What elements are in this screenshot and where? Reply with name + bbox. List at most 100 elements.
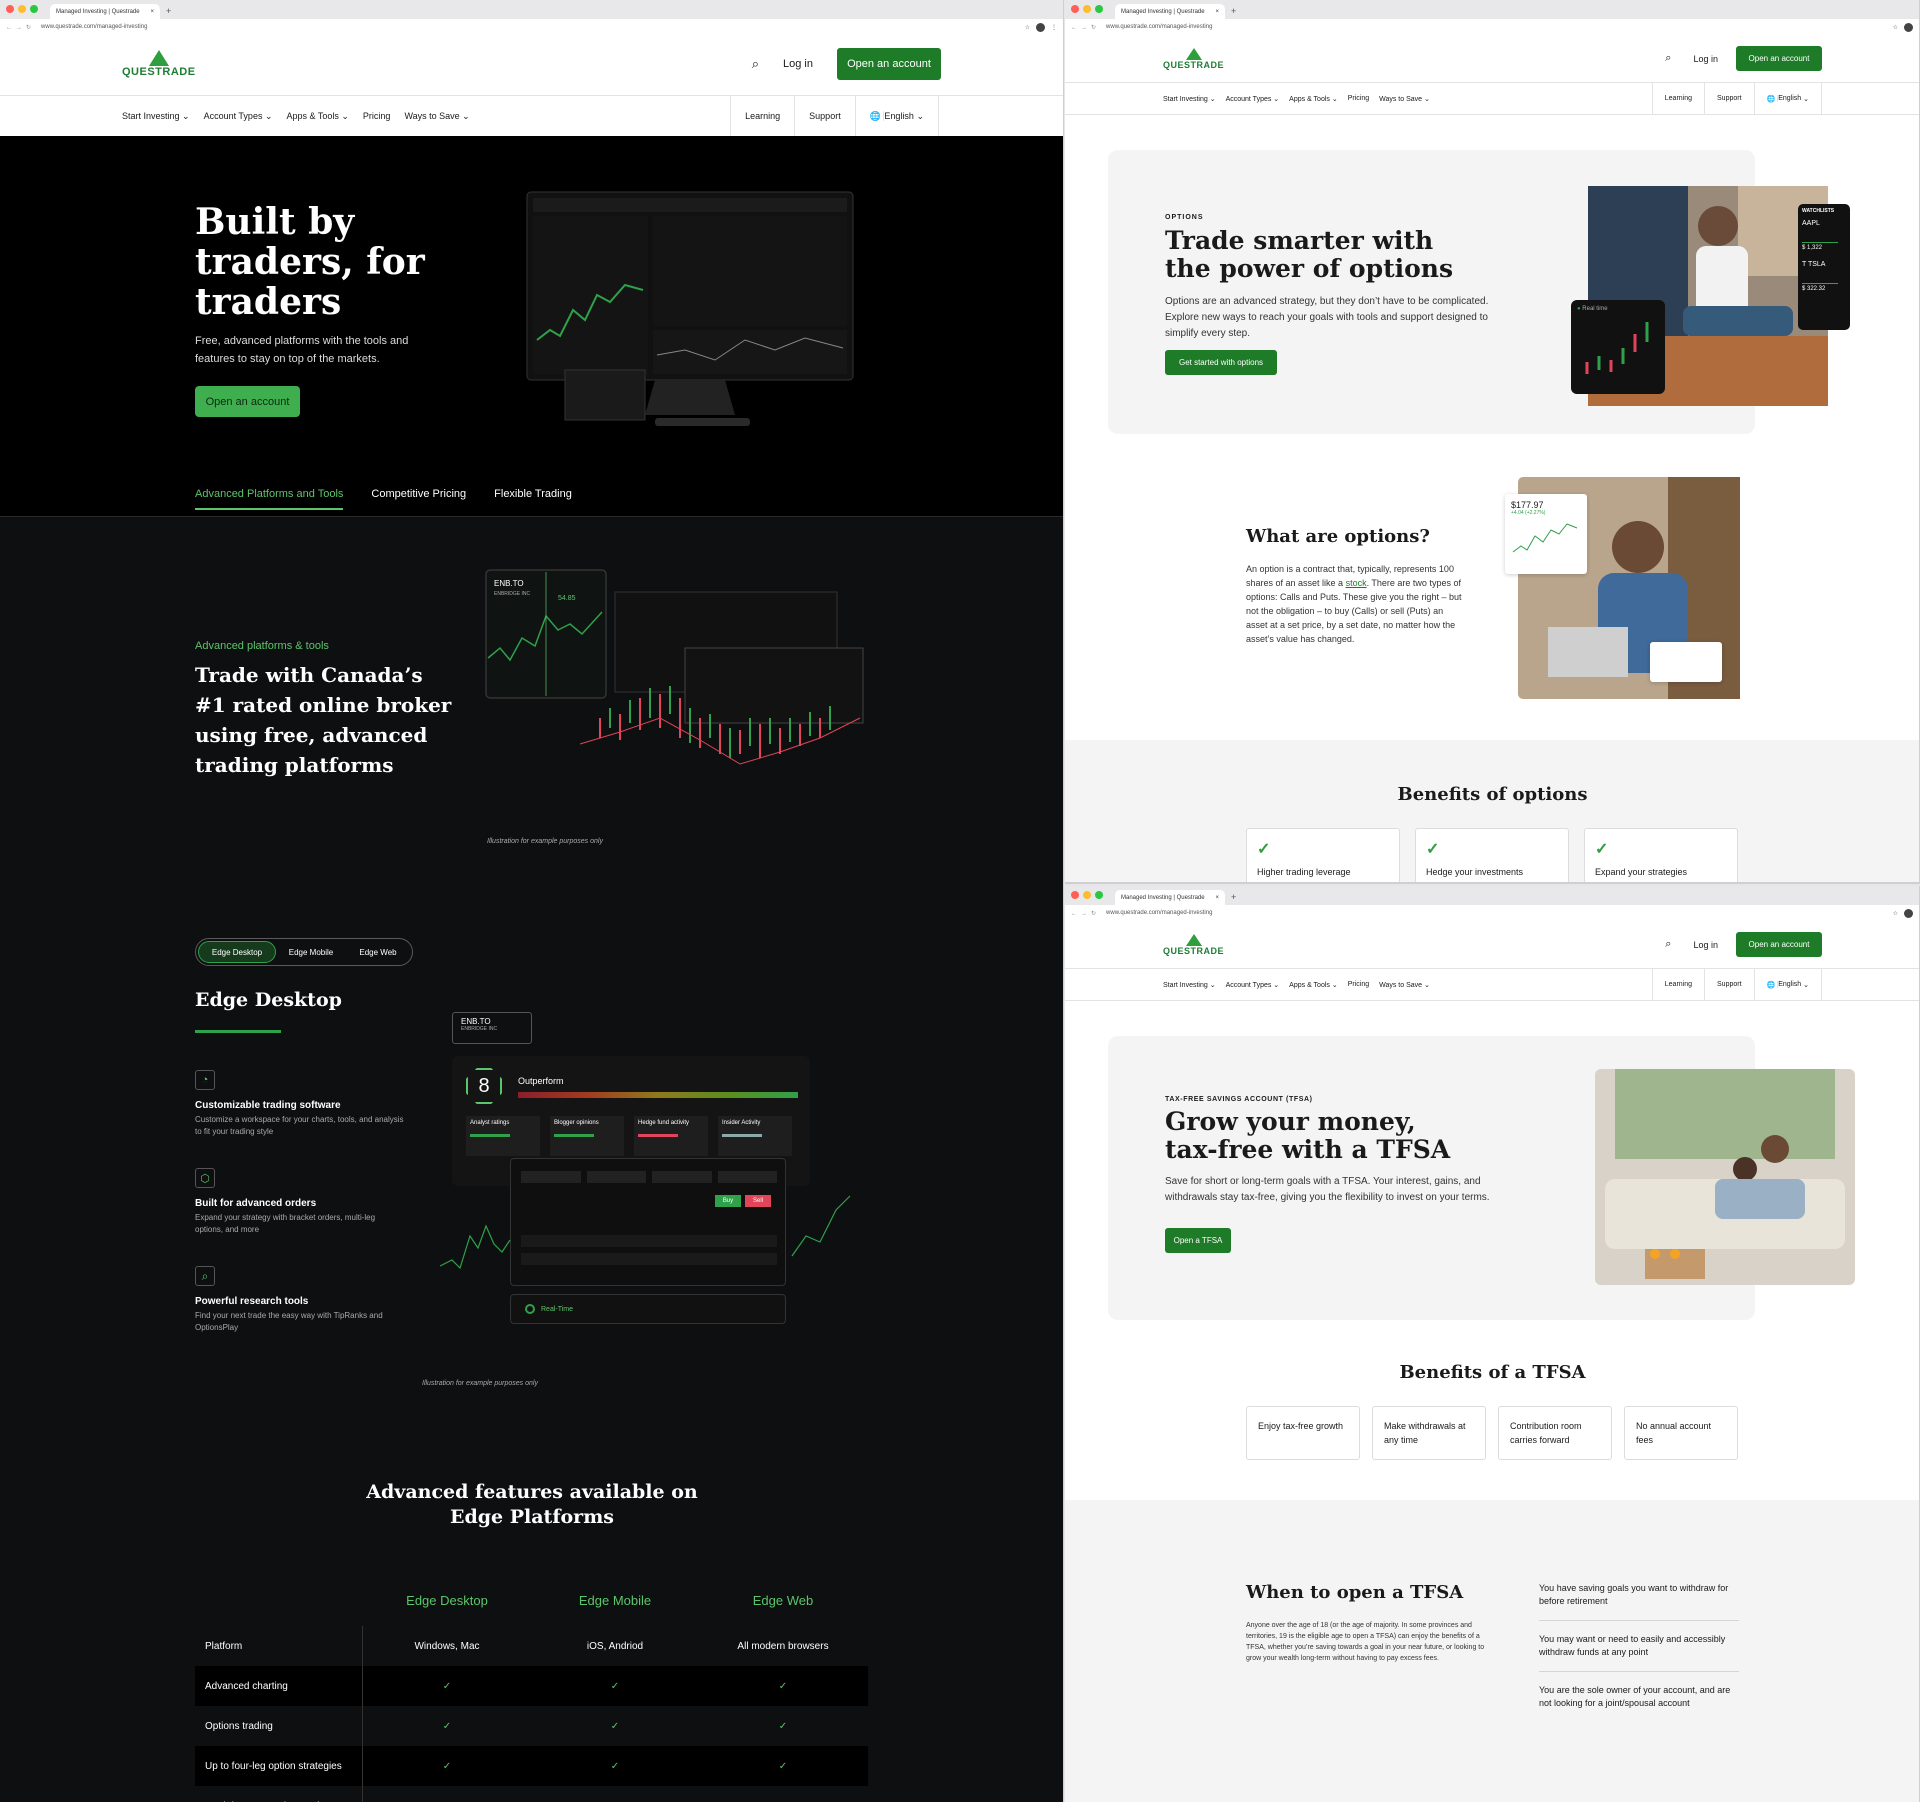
edge-title-underline bbox=[195, 1030, 281, 1033]
logo-mark-icon bbox=[1185, 47, 1202, 60]
browser-tab[interactable]: Managed Investing | Questrade × bbox=[1115, 4, 1225, 19]
nav-arrows-icon[interactable]: ←→↻ bbox=[6, 24, 35, 31]
star-icon[interactable]: ☆ bbox=[1893, 24, 1898, 31]
search-icon[interactable]: ⌕ bbox=[1665, 52, 1671, 65]
profile-icon[interactable] bbox=[1904, 908, 1913, 918]
hero-tabs: Advanced Platforms and Tools Competitive… bbox=[195, 488, 572, 510]
toggle-edge-mobile[interactable]: Edge Mobile bbox=[276, 948, 346, 957]
stock-link[interactable]: stock bbox=[1346, 578, 1367, 588]
nav-ways-to-save[interactable]: Ways to Save ⌄ bbox=[1379, 95, 1430, 103]
nav-support[interactable]: Support bbox=[794, 96, 855, 136]
open-account-button[interactable]: Open an account bbox=[1736, 932, 1822, 957]
browser-tab[interactable]: Managed Investing | Questrade × bbox=[50, 4, 160, 19]
questrade-logo[interactable]: QUESTRADE bbox=[122, 50, 196, 78]
url-text[interactable]: www.questrade.com/managed-investing bbox=[1106, 24, 1887, 30]
nav-account-types[interactable]: Account Types ⌄ bbox=[204, 111, 273, 122]
logo-text: QUESTRADE bbox=[1163, 945, 1225, 956]
nav-learning[interactable]: Learning bbox=[1651, 969, 1704, 1000]
nav-learning[interactable]: Learning bbox=[1651, 83, 1704, 114]
nav-pricing[interactable]: Pricing bbox=[1348, 981, 1369, 989]
nav-start-investing[interactable]: Start Investing ⌄ bbox=[122, 111, 190, 122]
mock-price: 54.85 bbox=[558, 595, 576, 602]
get-started-options-button[interactable]: Get started with options bbox=[1165, 350, 1277, 375]
address-bar[interactable]: ←→↻ www.questrade.com/managed-investing … bbox=[1065, 905, 1919, 921]
login-link[interactable]: Log in bbox=[783, 58, 813, 70]
maximize-window-icon[interactable] bbox=[1095, 891, 1103, 899]
nav-pricing[interactable]: Pricing bbox=[1348, 95, 1369, 103]
login-link[interactable]: Log in bbox=[1693, 54, 1718, 64]
tab-competitive-pricing[interactable]: Competitive Pricing bbox=[371, 488, 466, 510]
feature-title: Built for advanced orders bbox=[195, 1198, 317, 1209]
nav-ways-to-save[interactable]: Ways to Save ⌄ bbox=[404, 111, 469, 122]
nav-start-investing[interactable]: Start Investing ⌄ bbox=[1163, 95, 1216, 103]
search-icon[interactable]: ⌕ bbox=[1665, 938, 1671, 951]
nav-pricing[interactable]: Pricing bbox=[363, 111, 391, 122]
tfsa-benefits-title: Benefits of a TFSA bbox=[1399, 1362, 1586, 1383]
nav-support[interactable]: Support bbox=[1704, 969, 1754, 1000]
tab-close-icon[interactable]: × bbox=[1215, 895, 1219, 901]
watchlist-item: AAPL bbox=[1802, 220, 1820, 227]
nav-arrows-icon[interactable]: ←→↻ bbox=[1071, 24, 1100, 31]
logo-text: QUESTRADE bbox=[1163, 59, 1225, 70]
check-icon: ✓ bbox=[610, 1760, 620, 1772]
minimize-window-icon[interactable] bbox=[18, 5, 26, 13]
address-bar[interactable]: ←→↻ www.questrade.com/managed-investing … bbox=[1065, 19, 1919, 35]
language-select[interactable]: 🌐 English ⌄ bbox=[854, 96, 939, 136]
maximize-window-icon[interactable] bbox=[1095, 5, 1103, 13]
address-bar[interactable]: ←→↻ www.questrade.com/managed-investing … bbox=[0, 19, 1063, 35]
login-link[interactable]: Log in bbox=[1693, 940, 1718, 950]
cell: Windows, Mac bbox=[414, 1640, 480, 1652]
cell: iOS, Andriod bbox=[586, 1640, 644, 1652]
benefit-card: ✓ Expand your strategies bbox=[1584, 828, 1738, 882]
close-window-icon[interactable] bbox=[1071, 891, 1079, 899]
new-tab-button[interactable]: + bbox=[166, 6, 171, 16]
close-window-icon[interactable] bbox=[1071, 5, 1079, 13]
nav-learning[interactable]: Learning bbox=[730, 96, 794, 136]
new-tab-button[interactable]: + bbox=[1231, 6, 1236, 16]
star-icon[interactable]: ☆ bbox=[1893, 910, 1898, 917]
tab-advanced-platforms[interactable]: Advanced Platforms and Tools bbox=[195, 488, 344, 510]
language-select[interactable]: 🌐 English ⌄ bbox=[1753, 83, 1822, 114]
logo-text: QUESTRADE bbox=[122, 66, 196, 78]
table-row: Advanced charting ✓ ✓ ✓ bbox=[195, 1666, 868, 1706]
mock-ticker: ENB.TO bbox=[494, 579, 524, 588]
nav-arrows-icon[interactable]: ←→↻ bbox=[1071, 910, 1100, 917]
star-icon[interactable]: ☆ bbox=[1025, 24, 1030, 31]
close-window-icon[interactable] bbox=[6, 5, 14, 13]
new-tab-button[interactable]: + bbox=[1231, 892, 1236, 902]
language-select[interactable]: 🌐 English ⌄ bbox=[1753, 969, 1822, 1000]
minimize-window-icon[interactable] bbox=[1083, 891, 1091, 899]
open-account-button[interactable]: Open an account bbox=[837, 48, 941, 80]
toggle-edge-desktop[interactable]: Edge Desktop bbox=[198, 941, 276, 963]
nav-apps-tools[interactable]: Apps & Tools ⌄ bbox=[1289, 95, 1338, 103]
browser-tab[interactable]: Managed Investing | Questrade × bbox=[1115, 890, 1225, 905]
nav-account-types[interactable]: Account Types ⌄ bbox=[1226, 981, 1280, 989]
url-text[interactable]: www.questrade.com/managed-investing bbox=[41, 24, 1019, 30]
menu-icon[interactable]: ⋮ bbox=[1051, 24, 1057, 31]
nav-start-investing[interactable]: Start Investing ⌄ bbox=[1163, 981, 1216, 989]
profile-icon[interactable] bbox=[1036, 22, 1045, 32]
nav-apps-tools[interactable]: Apps & Tools ⌄ bbox=[287, 111, 349, 122]
nav-ways-to-save[interactable]: Ways to Save ⌄ bbox=[1379, 981, 1430, 989]
check-icon: ✓ bbox=[610, 1720, 620, 1732]
toggle-edge-web[interactable]: Edge Web bbox=[346, 948, 410, 957]
open-account-button[interactable]: Open an account bbox=[1736, 46, 1822, 71]
watchlist-price: $ 322.32 bbox=[1802, 286, 1826, 292]
url-text[interactable]: www.questrade.com/managed-investing bbox=[1106, 910, 1887, 916]
tab-close-icon[interactable]: × bbox=[150, 9, 154, 15]
tab-flexible-trading[interactable]: Flexible Trading bbox=[494, 488, 572, 510]
questrade-logo[interactable]: QUESTRADE bbox=[1163, 933, 1225, 956]
hero-open-account-button[interactable]: Open an account bbox=[195, 386, 300, 417]
questrade-logo[interactable]: QUESTRADE bbox=[1163, 47, 1225, 70]
profile-icon[interactable] bbox=[1904, 22, 1913, 32]
minimize-window-icon[interactable] bbox=[1083, 5, 1091, 13]
nav-apps-tools[interactable]: Apps & Tools ⌄ bbox=[1289, 981, 1338, 989]
tab-close-icon[interactable]: × bbox=[1215, 9, 1219, 15]
nav-support[interactable]: Support bbox=[1704, 83, 1754, 114]
browser-chrome: Managed Investing | Questrade × + ←→↻ www… bbox=[1065, 886, 1919, 921]
open-tfsa-button[interactable]: Open a TFSA bbox=[1165, 1228, 1231, 1253]
maximize-window-icon[interactable] bbox=[30, 5, 38, 13]
nav-account-types[interactable]: Account Types ⌄ bbox=[1226, 95, 1280, 103]
search-icon[interactable]: ⌕ bbox=[752, 56, 759, 72]
options-title: Trade smarter with the power of options bbox=[1165, 226, 1454, 283]
